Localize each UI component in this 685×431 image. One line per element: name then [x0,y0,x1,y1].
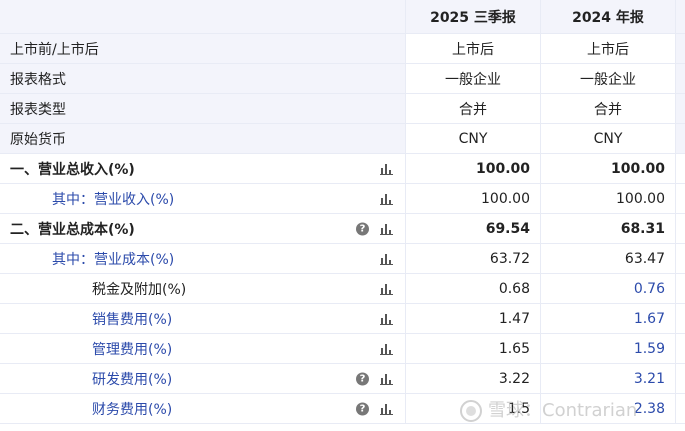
value-cell: 69.54 [405,214,540,243]
row-label-link[interactable]: 销售费用(%) [92,309,172,329]
bar-chart-icon[interactable] [380,163,394,175]
help-icon[interactable]: ? [356,402,369,415]
help-icon[interactable]: ? [356,372,369,385]
value-cell-link[interactable]: 1.59 [540,334,675,363]
value-cell: 1.47 [405,304,540,333]
value-cell-link[interactable]: 2.38 [540,394,675,423]
value-cell: 68.31 [540,214,675,243]
bar-chart-icon[interactable] [380,403,394,415]
value-cell-link[interactable]: 0.76 [540,274,675,303]
value-cell: 合并 [405,94,540,123]
row-label: 二、营业总成本(%) [10,221,135,238]
value-cell: 3.22 [405,364,540,393]
bar-chart-icon[interactable] [380,253,394,265]
value-cell: 100.00 [540,184,675,213]
row-label-link[interactable]: 研发费用(%) [92,369,172,389]
info-row-format: 报表格式 一般企业 一般企业 [0,64,685,94]
row-label: 报表格式 [10,71,66,88]
help-icon[interactable]: ? [356,222,369,235]
table-header: 2025 三季报 2024 年报 [0,0,685,34]
value-cell-link[interactable]: 3.21 [540,364,675,393]
value-cell: 一般企业 [540,64,675,93]
value-cell: 一般企业 [405,64,540,93]
value-cell: CNY [405,124,540,153]
row-label: 原始货币 [10,131,66,148]
value-cell: 上市后 [540,34,675,63]
info-row-listing: 上市前/上市后 上市后 上市后 [0,34,685,64]
row-label-link[interactable]: 其中：营业成本(%) [52,249,174,269]
value-cell: 63.47 [540,244,675,273]
value-cell: 100.00 [405,154,540,183]
row-selling-expenses: 销售费用(%) 1.47 1.67 [0,304,685,334]
value-cell: 合并 [540,94,675,123]
info-row-type: 报表类型 合并 合并 [0,94,685,124]
value-cell: CNY [540,124,675,153]
row-label: 税金及附加(%) [92,281,187,298]
row-label: 一、营业总收入(%) [10,161,135,178]
row-label-link[interactable]: 管理费用(%) [92,339,172,359]
value-cell: 1.5 [405,394,540,423]
row-label: 报表类型 [10,101,66,118]
row-operating-revenue: 其中：营业收入(%) 100.00 100.00 [0,184,685,214]
row-label-link[interactable]: 其中：营业收入(%) [52,189,174,209]
bar-chart-icon[interactable] [380,313,394,325]
info-row-currency: 原始货币 CNY CNY [0,124,685,154]
bar-chart-icon[interactable] [380,223,394,235]
value-cell: 1.65 [405,334,540,363]
header-col-2025q3[interactable]: 2025 三季报 [405,0,540,33]
row-admin-expenses: 管理费用(%) 1.65 1.59 [0,334,685,364]
financial-table: 2025 三季报 2024 年报 上市前/上市后 上市后 上市后 报表格式 一般… [0,0,685,424]
bar-chart-icon[interactable] [380,283,394,295]
bar-chart-icon[interactable] [380,343,394,355]
value-cell-link[interactable]: 1.67 [540,304,675,333]
row-label-link[interactable]: 财务费用(%) [92,399,172,419]
value-cell: 100.00 [405,184,540,213]
row-rd-expenses: 研发费用(%) ? 3.22 3.21 [0,364,685,394]
row-label: 上市前/上市后 [10,41,99,58]
row-finance-expenses: 财务费用(%) ? 1.5 2.38 [0,394,685,424]
value-cell: 63.72 [405,244,540,273]
bar-chart-icon[interactable] [380,373,394,385]
row-total-cost: 二、营业总成本(%) ? 69.54 68.31 [0,214,685,244]
value-cell: 0.68 [405,274,540,303]
header-label-cell [0,0,405,33]
value-cell: 100.00 [540,154,675,183]
value-cell: 上市后 [405,34,540,63]
row-taxes: 税金及附加(%) 0.68 0.76 [0,274,685,304]
header-col-2024[interactable]: 2024 年报 [540,0,675,33]
row-operating-cost: 其中：营业成本(%) 63.72 63.47 [0,244,685,274]
row-total-revenue: 一、营业总收入(%) 100.00 100.00 [0,154,685,184]
bar-chart-icon[interactable] [380,193,394,205]
